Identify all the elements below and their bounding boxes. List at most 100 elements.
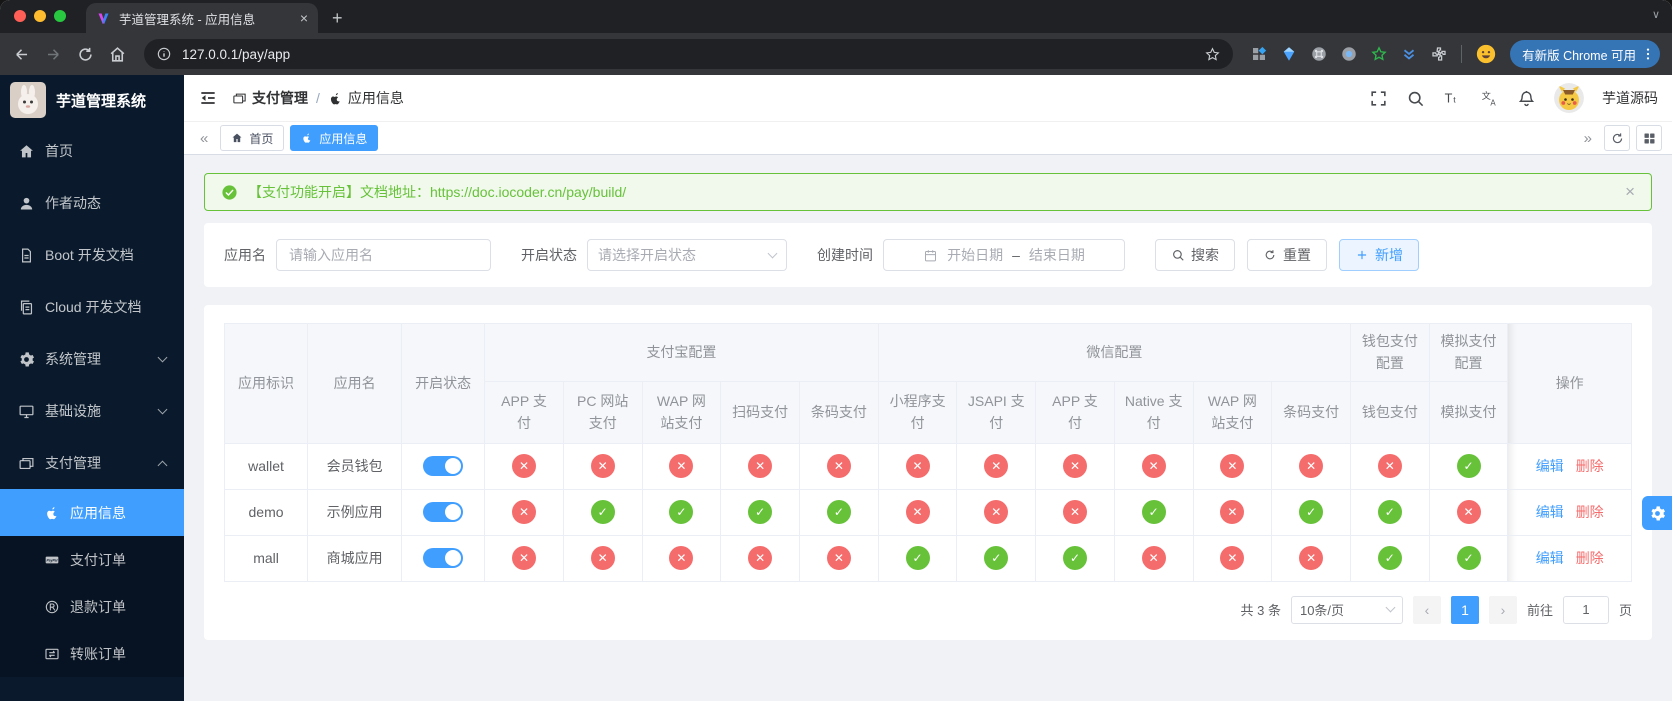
star-extension-icon[interactable] [1370,45,1388,63]
reset-button[interactable]: 重置 [1247,239,1327,271]
kebab-menu-icon[interactable] [1640,46,1656,62]
next-page-button[interactable]: › [1488,595,1517,624]
column-group-header: 支付宝配置 [484,323,879,382]
status-cell: ✕ [484,488,564,536]
sidebar-item[interactable]: Boot 开发文档 [0,229,184,281]
puzzle-icon[interactable] [1430,45,1448,63]
chevrons-extension-icon[interactable] [1400,45,1418,63]
back-icon[interactable] [12,45,31,64]
status-cell: ✕ [1192,534,1273,582]
status-cell: ✓ [798,488,879,536]
chevrons-right-icon[interactable]: » [1578,131,1598,146]
fullscreen-icon[interactable] [1369,89,1388,108]
refresh-tab-button[interactable] [1604,125,1630,151]
command-extension-icon[interactable] [1310,45,1328,63]
collapse-sidebar-icon[interactable] [198,88,218,108]
user-avatar[interactable] [1554,83,1584,113]
svg-text:T: T [1445,91,1453,105]
enabled-switch[interactable] [423,548,464,569]
url-text: 127.0.0.1/pay/app [182,46,291,62]
column-subheader: 钱包支付 [1349,380,1430,444]
chevrons-left-icon[interactable]: « [194,131,214,146]
zoom-window-button[interactable] [54,10,66,22]
breadcrumb-item[interactable]: 支付管理 [232,88,308,108]
status-select[interactable]: 请选择开启状态 [587,239,787,271]
column-header: 应用标识 [223,323,309,444]
sidebar-item[interactable]: 首页 [0,125,184,177]
close-alert-icon[interactable]: × [1625,182,1635,202]
sidebar-subitem[interactable]: PayPal 支付订单 [0,536,184,583]
top-navbar: 支付管理 / 应用信息 Tt 文A 芋道源码 [184,75,1672,121]
bell-icon[interactable] [1517,89,1536,108]
sidebar-item[interactable]: 支付管理 [0,437,184,489]
date-range-picker[interactable]: 开始日期 – 结束日期 [883,239,1125,271]
search-icon[interactable] [1406,89,1425,108]
plus-icon [1355,248,1369,262]
reload-icon[interactable] [76,45,95,64]
date-separator: – [1012,247,1020,263]
delete-link[interactable]: 删除 [1576,550,1604,566]
site-favicon [96,11,111,26]
sidebar-item-label: 首页 [45,143,73,159]
sidebar-logo[interactable]: 芋道管理系统 [0,75,184,125]
sidebar-item[interactable]: Cloud 开发文档 [0,281,184,333]
tab-active[interactable]: 应用信息 [290,125,379,151]
sidebar-item[interactable]: 基础设施 [0,385,184,437]
sidebar-subitem[interactable]: 转账订单 [0,630,184,677]
delete-link[interactable]: 删除 [1576,504,1604,520]
column-subheader: WAP 网站支付 [641,380,722,444]
sidebar-subitem[interactable]: 退款订单 [0,583,184,630]
apps-extension-icon[interactable] [1250,45,1268,63]
bookmark-star-icon[interactable] [1204,46,1221,63]
sidebar-item-label: 支付管理 [45,455,101,471]
tab-label: 应用信息 [319,131,368,146]
gem-extension-icon[interactable] [1280,45,1298,63]
breadcrumb-item[interactable]: 应用信息 [328,88,404,108]
edit-link[interactable]: 编辑 [1536,550,1564,566]
goto-page-input[interactable] [1562,595,1609,624]
page-size-select[interactable]: 10条/页 [1290,595,1403,624]
success-alert: 【支付功能开启】文档地址：https://doc.iocoder.cn/pay/… [204,173,1652,211]
alert-doc-link[interactable]: https://doc.iocoder.cn/pay/build/ [430,184,626,200]
sidebar-item[interactable]: 作者动态 [0,177,184,229]
browser-tab[interactable]: 芋道管理系统 - 应用信息 × [86,3,318,33]
new-tab-button[interactable]: + [332,9,343,27]
tab-item[interactable]: 首页 [220,125,285,151]
current-page-button[interactable]: 1 [1450,595,1479,624]
enabled-switch[interactable] [423,502,464,523]
status-enabled-icon: ✓ [826,500,851,525]
breadcrumb-separator: / [316,90,320,106]
font-size-icon[interactable]: Tt [1443,89,1462,108]
site-info-icon[interactable] [156,46,172,62]
tab-search-icon[interactable]: ∨ [1652,8,1660,21]
theme-settings-button[interactable] [1642,496,1672,530]
search-form: 应用名 开启状态 请选择开启状态 创建时间 [204,223,1652,287]
profile-avatar-icon[interactable] [1475,43,1497,65]
close-window-button[interactable] [14,10,26,22]
layout-grid-button[interactable] [1636,125,1662,151]
delete-link[interactable]: 删除 [1576,458,1604,474]
address-bar[interactable]: 127.0.0.1/pay/app [144,39,1234,69]
enabled-switch[interactable] [423,456,464,477]
edit-link[interactable]: 编辑 [1536,504,1564,520]
app-table-card: 应用标识 应用名 开启状态 支付宝配置 微信配置 钱包支付配置 模拟支付配置 操作 APP 支… [204,305,1652,640]
app-title: 芋道管理系统 [56,92,147,110]
breadcrumb-label: 应用信息 [347,90,404,106]
prev-page-button[interactable]: ‹ [1412,595,1441,624]
refresh-icon [1610,131,1625,146]
sidebar-subitem[interactable]: 应用信息 [0,489,184,536]
chrome-update-chip[interactable]: 有新版 Chrome 可用 [1510,40,1660,68]
recorder-extension-icon[interactable] [1340,45,1358,63]
sidebar-item[interactable]: 系统管理 [0,333,184,385]
forward-icon[interactable] [44,45,63,64]
close-tab-icon[interactable]: × [300,10,308,26]
search-button[interactable]: 搜索 [1155,239,1235,271]
browser-home-icon[interactable] [108,45,127,64]
add-button[interactable]: 新增 [1339,239,1419,271]
app-name-input[interactable] [276,239,491,271]
language-icon[interactable]: 文A [1480,89,1499,108]
status-disabled-icon: ✕ [1141,454,1166,479]
edit-link[interactable]: 编辑 [1536,458,1564,474]
chevron-down-icon [157,352,168,362]
minimize-window-button[interactable] [34,10,46,22]
